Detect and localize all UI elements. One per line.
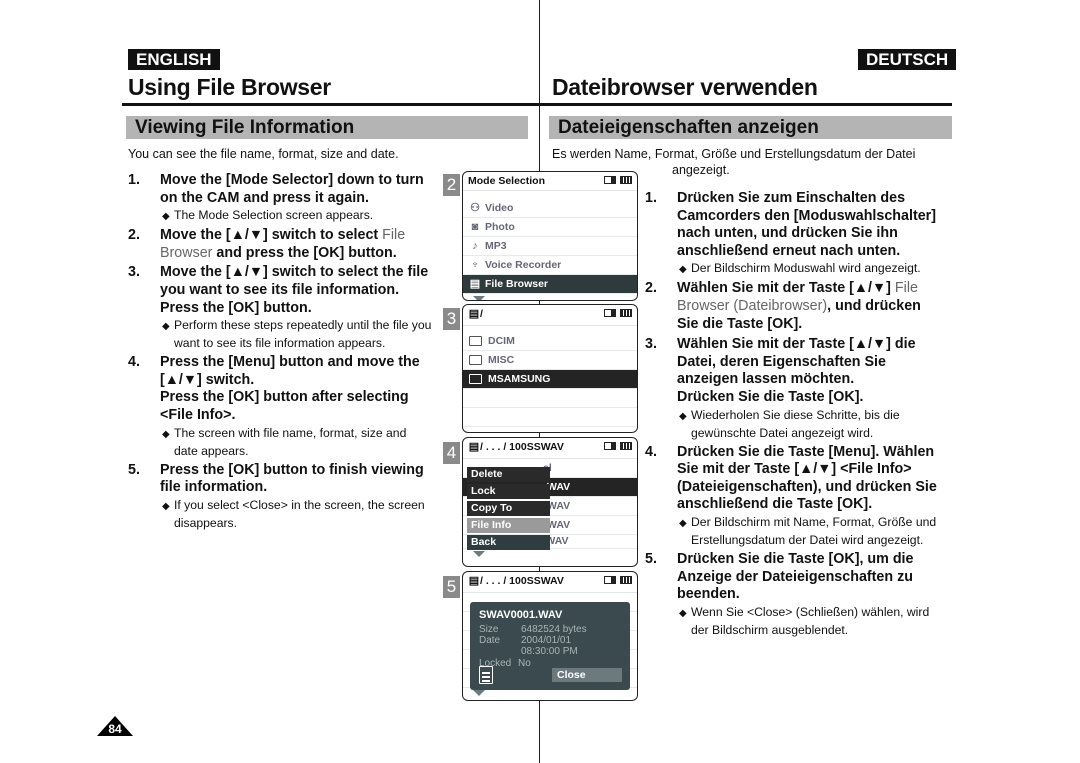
battery-icon (620, 576, 632, 584)
empty-row (463, 408, 637, 427)
title-rule (122, 103, 539, 106)
page-title: Using File Browser (128, 74, 331, 100)
screen-header: ▤/ . . . / 100SSWAV (463, 572, 637, 593)
folder-item-msamsung[interactable]: MSAMSUNG (463, 370, 637, 389)
context-menu: Delete Lock Copy To File Info Back (467, 467, 550, 552)
step-5-de: 5. Drücken Sie die Taste [OK], um die Anz… (645, 550, 914, 603)
step-1-de: 1. Drücken Sie zum Einschalten des Camcor… (645, 190, 936, 259)
page-number: 84 (108, 722, 122, 736)
mode-item-file-browser[interactable]: ▤ File Browser (463, 275, 637, 294)
screen-file-info: ▤/ . . . / 100SSWAV SWAV0001.WAV Size 64… (462, 571, 638, 701)
folder-icon (469, 336, 482, 346)
step-3: 3. Move the [▲/▼] switch to select the fi… (128, 264, 429, 316)
step-2: 2. Move the [▲/▼] switch to select File B… (128, 227, 406, 261)
memory-card-icon (604, 576, 616, 584)
menu-item-copy-to[interactable]: Copy To (467, 501, 550, 516)
diamond-bullet-icon: ◆ (679, 607, 687, 619)
diamond-bullet-icon: ◆ (679, 264, 687, 276)
mode-item-voice-recorder[interactable]: ♆ Voice Recorder (463, 256, 637, 275)
document-icon (479, 666, 493, 684)
time-value: 08:30:00 PM (521, 646, 578, 657)
step-note: ◆ If you select <Close> in the screen, th… (162, 497, 425, 530)
step-note: ◆ Der Bildschirm mit Name, Format, Größe … (679, 514, 937, 547)
date-label: Date (479, 635, 501, 646)
file-name: SWAV0001.WAV (479, 609, 563, 621)
mode-item-mp3[interactable]: ♪ MP3 (463, 237, 637, 256)
screen-number-badge: 3 (443, 308, 460, 330)
mode-item-photo[interactable]: ◙ Photo (463, 218, 637, 237)
diamond-bullet-icon: ◆ (162, 321, 170, 333)
intro-text-de-2: angezeigt. (672, 163, 730, 177)
diamond-bullet-icon: ◆ (679, 410, 687, 422)
empty-row (463, 389, 637, 408)
screen-number-badge: 2 (443, 174, 460, 196)
section-heading: Viewing File Information (126, 116, 528, 139)
step-4-de: 4. Drücken Sie die Taste [Menu]. Wählen S… (645, 443, 937, 513)
menu-item-file-info[interactable]: File Info (467, 518, 550, 533)
memory-card-icon (604, 309, 616, 317)
folder-icon (469, 355, 482, 365)
menu-item-lock[interactable]: Lock (467, 484, 550, 499)
microphone-icon: ♆ (470, 259, 480, 271)
folder-icon (469, 374, 482, 384)
diamond-bullet-icon: ◆ (162, 428, 170, 440)
folder-item-misc[interactable]: MISC (463, 351, 637, 370)
menu-item-delete[interactable]: Delete (467, 467, 550, 482)
scroll-down-icon[interactable] (473, 690, 485, 696)
file-icon: ▤ (468, 308, 480, 320)
title-rule-de (540, 103, 952, 106)
battery-icon (620, 176, 632, 184)
language-badge-deutsch: DEUTSCH (858, 49, 957, 70)
screen-folder-list: ▤/ DCIM MISC MSAMSUNG (462, 304, 638, 433)
camera-icon: ◙ (471, 221, 479, 233)
close-button[interactable]: Close (552, 668, 622, 682)
page-title-de: Dateibrowser verwenden (552, 74, 818, 100)
section-heading-de: Dateieigenschaften anzeigen (549, 116, 952, 139)
music-note-icon: ♪ (472, 240, 478, 252)
step-note: ◆ Perform these steps repeatedly until th… (162, 318, 432, 351)
memory-card-icon (604, 442, 616, 450)
file-icon: ▤ (469, 278, 481, 290)
step-3-de: 3. Wählen Sie mit der Taste [▲/▼] die Dat… (645, 336, 916, 405)
step-4: 4. Press the [Menu] button and move the [… (128, 354, 420, 423)
video-icon: ⚇ (470, 202, 480, 214)
size-value: 6482524 bytes (521, 624, 587, 635)
step-note: ◆ The Mode Selection screen appears. (128, 207, 433, 225)
folder-item-dcim[interactable]: DCIM (463, 332, 637, 351)
screen-mode-selection: Mode Selection ⚇ Video ◙ Photo ♪ MP3 ♆ Voice… (462, 171, 638, 301)
steps-list-de: 1. Drücken Sie zum Einschalten des Camcor… (645, 190, 945, 639)
menu-item-back[interactable]: Back (467, 535, 550, 550)
screen-file-menu: ▤/ . . . / 100SSWAV el WAV WAV WAV SWAV0… (462, 437, 638, 567)
battery-icon (620, 309, 632, 317)
intro-text: You can see the file name, format, size … (128, 147, 399, 161)
file-icon: ▤ (468, 575, 480, 587)
size-label: Size (479, 624, 499, 635)
memory-card-icon (604, 176, 616, 184)
step-note: ◆ Wiederholen Sie diese Schritte, bis die… (679, 407, 900, 440)
steps-list-en: 1. Move the [Mode Selector] down to turn … (128, 172, 433, 532)
step-1: 1. Move the [Mode Selector] down to turn … (128, 172, 424, 206)
diamond-bullet-icon: ◆ (162, 500, 170, 512)
date-value: 2004/01/01 (521, 635, 572, 646)
file-info-dialog: SWAV0001.WAV Size 6482524 bytes Date 200… (470, 602, 630, 690)
step-note: ◆ The screen with file name, format, size… (162, 425, 407, 458)
mode-item-video[interactable]: ⚇ Video (463, 199, 637, 218)
step-2-de: 2. Wählen Sie mit der Taste [▲/▼] File Br… (645, 280, 921, 332)
step-note: ◆ Der Bildschirm Moduswahl wird angezeigt… (645, 260, 945, 278)
step-5: 5. Press the [OK] button to finish viewin… (128, 461, 424, 496)
screen-header: ▤/ . . . / 100SSWAV (463, 438, 637, 459)
screen-header: Mode Selection (463, 172, 637, 191)
scroll-down-icon[interactable] (473, 296, 485, 300)
file-icon: ▤ (468, 441, 480, 453)
screen-header: ▤/ (463, 305, 637, 326)
step-note: ◆ Wenn Sie <Close> (Schließen) wählen, wi… (679, 604, 930, 637)
diamond-bullet-icon: ◆ (679, 517, 687, 529)
battery-icon (620, 442, 632, 450)
language-badge-english: ENGLISH (128, 49, 220, 70)
screen-number-badge: 4 (443, 442, 460, 464)
diamond-bullet-icon: ◆ (162, 211, 170, 223)
intro-text-de: Es werden Name, Format, Größe und Erstel… (552, 147, 916, 161)
screen-number-badge: 5 (443, 576, 460, 598)
locked-value: No (518, 658, 531, 669)
